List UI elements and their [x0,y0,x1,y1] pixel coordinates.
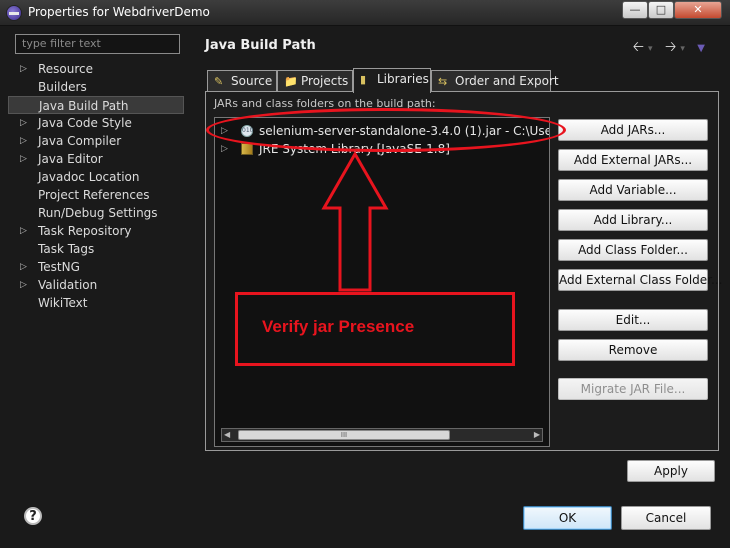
sidebar-item-label: Java Build Path [39,99,129,113]
sidebar-item-task-tags[interactable]: Task Tags [8,240,184,258]
sidebar-item-builders[interactable]: Builders [8,78,184,96]
java-build-path-page: Java Build Path 🡠▾ 🡢▾ ▼ ✎ Source 📁 Project… [195,30,725,490]
sidebar-item-label: TestNG [38,260,80,274]
add-external-class-folder-button[interactable]: Add External Class Folder... [558,269,722,291]
page-title: Java Build Path [205,38,316,53]
sidebar-item-java-compiler[interactable]: ▷ Java Compiler [8,132,184,150]
page-navigation: 🡠▾ 🡢▾ ▼ [633,36,709,60]
sidebar-item-label: Javadoc Location [38,170,140,184]
tab-projects[interactable]: 📁 Projects [277,70,353,92]
sidebar-item-validation[interactable]: ▷ Validation [8,276,184,294]
back-dropdown-icon[interactable]: ▾ [648,44,657,54]
add-library-button[interactable]: Add Library... [558,209,708,231]
sidebar-item-label: Java Compiler [38,134,122,148]
sidebar-item-label: Run/Debug Settings [38,206,158,220]
forward-dropdown-icon[interactable]: ▾ [680,44,689,54]
source-folder-icon: ✎ [214,75,224,88]
apply-button[interactable]: Apply [627,460,715,482]
title-bar: Properties for WebdriverDemo — □ ✕ [0,0,730,26]
expand-arrow-icon[interactable]: ▷ [20,276,30,294]
add-jars-button[interactable]: Add JARs... [558,119,708,141]
sidebar-item-project-references[interactable]: Project References [8,186,184,204]
sidebar-item-label: WikiText [38,296,88,310]
annotation-text: Verify jar Presence [262,317,415,336]
ok-button[interactable]: OK [523,506,612,530]
property-pages-tree: ▷ Resource Builders Java Build Path ▷ Java… [8,60,184,312]
scroll-left-icon[interactable]: ◀ [224,429,230,441]
add-variable-button[interactable]: Add Variable... [558,179,708,201]
sidebar-item-java-code-style[interactable]: ▷ Java Code Style [8,114,184,132]
view-menu-icon[interactable]: ▼ [697,43,709,54]
help-icon[interactable]: ? [24,507,42,525]
back-arrow-icon[interactable]: 🡠 [633,39,648,55]
sidebar-item-label: Validation [38,278,98,292]
scrollbar-thumb[interactable]: III [238,430,450,440]
scroll-right-icon[interactable]: ▶ [534,429,540,441]
expand-arrow-icon[interactable]: ▷ [221,140,228,158]
close-button[interactable]: ✕ [674,1,722,19]
remove-button[interactable]: Remove [558,339,708,361]
sidebar-item-label: Resource [38,62,94,76]
sidebar-item-label: Task Tags [38,242,95,256]
annotation-ellipse [206,108,566,152]
tab-libraries[interactable]: ▮ Libraries [353,68,431,93]
expand-arrow-icon[interactable]: ▷ [20,60,30,78]
tab-source[interactable]: ✎ Source [207,70,277,92]
property-pages-panel: type filter text ▷ Resource Builders Java… [8,30,184,486]
cancel-button[interactable]: Cancel [621,506,711,530]
window-title: Properties for WebdriverDemo [28,5,210,19]
annotation-box: Verify jar Presence [235,292,515,366]
horizontal-scrollbar[interactable]: ◀ III ▶ [221,428,543,442]
expand-arrow-icon[interactable]: ▷ [20,114,30,132]
expand-arrow-icon[interactable]: ▷ [20,150,30,168]
expand-arrow-icon[interactable]: ▷ [20,132,30,150]
libraries-icon: ▮ [360,73,367,86]
sidebar-item-java-build-path[interactable]: Java Build Path [8,96,184,114]
sidebar-item-java-editor[interactable]: ▷ Java Editor [8,150,184,168]
sidebar-item-label: Builders [38,80,87,94]
eclipse-app-icon [6,5,22,21]
tab-label: Order and Export [455,74,559,88]
sidebar-item-label: Java Editor [38,152,103,166]
sidebar-item-label: Task Repository [38,224,132,238]
minimize-button[interactable]: — [622,1,648,19]
tab-label: Projects [301,74,349,88]
sidebar-item-run-debug-settings[interactable]: Run/Debug Settings [8,204,184,222]
sidebar-item-label: Project References [38,188,150,202]
tab-label: Libraries [377,72,429,86]
edit-button[interactable]: Edit... [558,309,708,331]
tab-order-and-export[interactable]: ⇆ Order and Export [431,70,559,92]
sidebar-item-task-repository[interactable]: ▷ Task Repository [8,222,184,240]
sidebar-item-javadoc-location[interactable]: Javadoc Location [8,168,184,186]
sidebar-item-resource[interactable]: ▷ Resource [8,60,184,78]
sidebar-item-wikitext[interactable]: WikiText [8,294,184,312]
sidebar-item-label: Java Code Style [38,116,132,130]
expand-arrow-icon[interactable]: ▷ [20,222,30,240]
sidebar-item-testng[interactable]: ▷ TestNG [8,258,184,276]
add-external-jars-button[interactable]: Add External JARs... [558,149,708,171]
maximize-button[interactable]: □ [648,1,674,19]
library-icon [241,143,253,155]
tab-label: Source [231,74,273,88]
annotation-up-arrow [321,152,389,292]
filter-input[interactable]: type filter text [15,34,180,54]
forward-arrow-icon[interactable]: 🡢 [665,39,680,55]
add-class-folder-button[interactable]: Add Class Folder... [558,239,708,261]
migrate-jar-button[interactable]: Migrate JAR File... [558,378,708,400]
expand-arrow-icon[interactable]: ▷ [20,258,30,276]
projects-folder-icon: 📁 [284,75,298,88]
order-export-icon: ⇆ [438,75,448,88]
